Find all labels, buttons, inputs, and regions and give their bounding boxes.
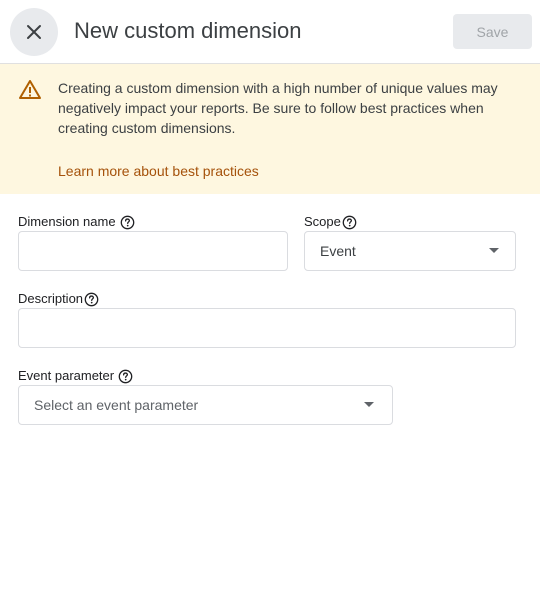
dialog-header: New custom dimension Save bbox=[0, 0, 540, 64]
warning-message: Creating a custom dimension with a high … bbox=[58, 80, 498, 136]
scope-label: Scope bbox=[304, 214, 357, 230]
help-icon[interactable] bbox=[118, 369, 133, 384]
close-button[interactable] bbox=[10, 8, 58, 56]
description-label: Description bbox=[18, 291, 99, 307]
event-parameter-label: Event parameter bbox=[18, 368, 133, 384]
warning-icon bbox=[19, 80, 41, 99]
event-parameter-select[interactable]: Select an event parameter bbox=[18, 385, 393, 425]
scope-label-text: Scope bbox=[304, 214, 341, 229]
chevron-down-icon bbox=[489, 248, 499, 253]
warning-banner: Creating a custom dimension with a high … bbox=[0, 64, 540, 194]
save-button[interactable]: Save bbox=[453, 14, 532, 49]
description-field[interactable] bbox=[18, 308, 516, 348]
best-practices-link[interactable]: Learn more about best practices bbox=[58, 161, 259, 181]
help-icon[interactable] bbox=[84, 292, 99, 307]
description-input[interactable] bbox=[19, 309, 515, 347]
help-icon[interactable] bbox=[120, 215, 135, 230]
chevron-down-icon bbox=[364, 402, 374, 407]
dimension-name-input[interactable] bbox=[19, 232, 287, 270]
scope-selected-value: Event bbox=[320, 243, 356, 259]
close-icon bbox=[27, 25, 41, 39]
dimension-name-field[interactable] bbox=[18, 231, 288, 271]
event-parameter-placeholder: Select an event parameter bbox=[34, 397, 199, 413]
help-icon[interactable] bbox=[342, 215, 357, 230]
dimension-name-label: Dimension name bbox=[18, 214, 135, 230]
page-title: New custom dimension bbox=[74, 18, 302, 43]
event-parameter-label-text: Event parameter bbox=[18, 368, 115, 383]
dimension-name-label-text: Dimension name bbox=[18, 214, 116, 229]
description-label-text: Description bbox=[18, 291, 84, 306]
scope-select[interactable]: Event bbox=[304, 231, 516, 271]
